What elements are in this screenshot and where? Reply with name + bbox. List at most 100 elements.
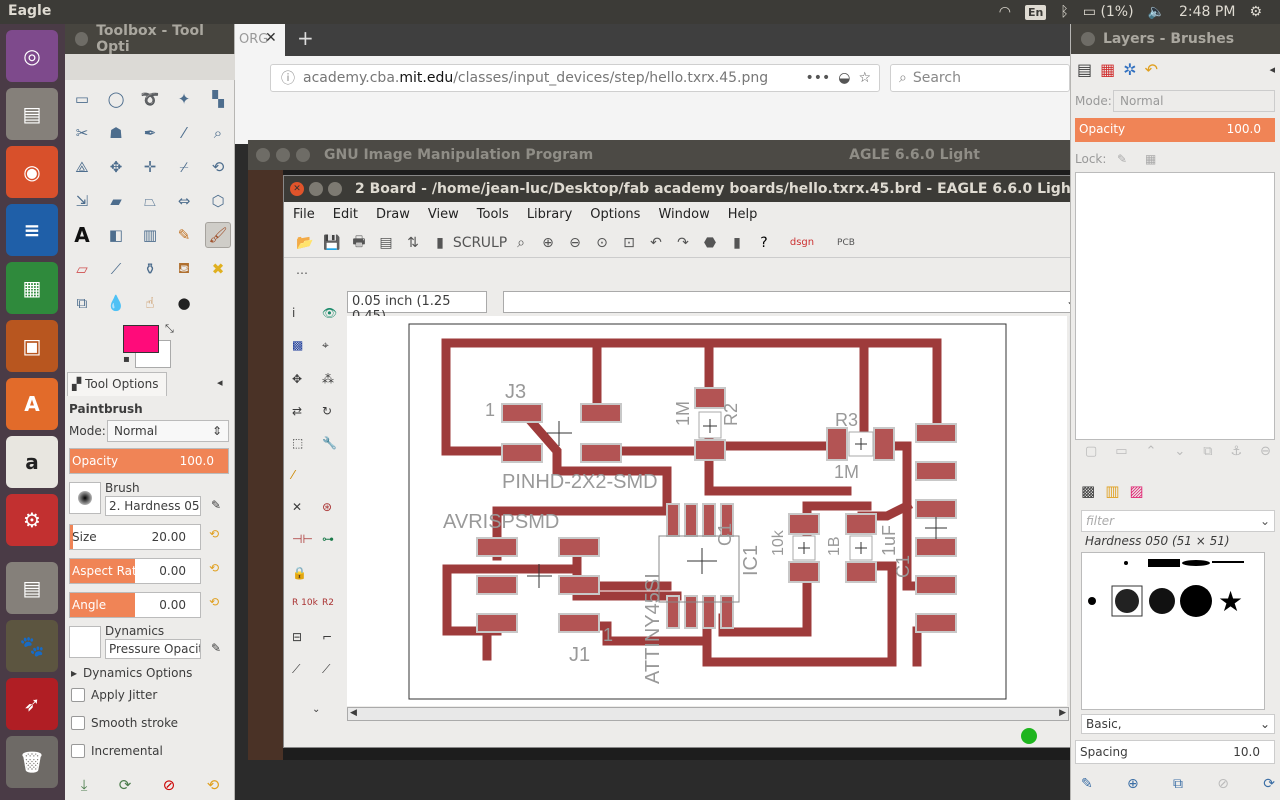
files-icon[interactable]: ▤ — [6, 88, 58, 140]
brush-preset-select[interactable]: Basic, ⌄ — [1081, 714, 1275, 734]
new-group-icon[interactable]: ▭ — [1115, 444, 1127, 464]
gimp-icon[interactable]: 🐾 — [6, 620, 58, 672]
delete-icon[interactable]: ✕ — [292, 500, 302, 514]
clock[interactable]: 2:48 PM — [1179, 4, 1235, 20]
scissors-icon[interactable]: ✂ — [69, 120, 95, 146]
text-icon[interactable]: A — [69, 222, 95, 248]
ubuntu-logo-icon[interactable]: ◎ — [6, 30, 58, 82]
minimize-icon[interactable] — [309, 182, 323, 196]
menu-item-tools[interactable]: Tools — [468, 207, 518, 222]
zoom-icon[interactable]: ⌕ — [205, 120, 231, 146]
restore-options-icon[interactable]: ⟳ — [119, 776, 132, 794]
volume-icon[interactable]: 🔈 — [1148, 4, 1165, 20]
shear-icon[interactable]: ▰ — [103, 188, 129, 214]
menu-item-edit[interactable]: Edit — [324, 207, 367, 222]
battery-indicator[interactable]: ▭ (1%) — [1083, 4, 1134, 20]
value-icon[interactable]: ⊶ — [322, 532, 334, 546]
writer-icon[interactable]: ≡ — [6, 204, 58, 256]
copy-icon[interactable]: ⁂ — [322, 372, 334, 386]
zoom-out-icon[interactable]: ⊖ — [564, 232, 586, 254]
horizontal-scrollbar[interactable]: ◀ ▶ — [347, 707, 1069, 721]
scale-icon[interactable]: ⇲ — [69, 188, 95, 214]
grid-icon[interactable]: ⋯ — [296, 266, 308, 280]
ink-icon[interactable]: ⚱ — [137, 256, 163, 282]
change-icon[interactable]: 🔧 — [322, 436, 337, 450]
new-brush-icon[interactable]: ⊕ — [1127, 776, 1139, 792]
name-icon[interactable]: ⊣⊢ — [292, 532, 313, 546]
layers-opacity-slider[interactable]: Opacity 100.0 — [1075, 118, 1275, 142]
use-library-icon[interactable]: ▮ — [429, 232, 451, 254]
reset-size-icon[interactable]: ⟲ — [209, 527, 219, 541]
go-icon[interactable]: ▮ — [726, 232, 748, 254]
bucket-fill-icon[interactable]: ◧ — [103, 222, 129, 248]
brush-filter-input[interactable]: filter ⌄ — [1081, 510, 1275, 532]
apply-jitter-checkbox[interactable]: Apply Jitter — [71, 688, 157, 702]
tab-gradients[interactable]: ▨ — [1129, 482, 1143, 500]
print-icon[interactable]: 🖶 — [348, 232, 370, 254]
menu-item-library[interactable]: Library — [518, 207, 581, 222]
reset-aspect-icon[interactable]: ⟲ — [209, 561, 219, 575]
color-picker-icon[interactable]: ⁄ — [171, 120, 197, 146]
command-line-input[interactable]: ⌄ — [503, 291, 1081, 313]
bookmark-star-icon[interactable]: ☆ — [858, 70, 879, 86]
split-icon[interactable]: R2 — [322, 598, 334, 608]
cage-icon[interactable]: ⬡ — [205, 188, 231, 214]
eagle-icon[interactable]: ➶ — [6, 678, 58, 730]
lock-pixels-icon[interactable]: ✎ — [1117, 152, 1127, 166]
angle-slider[interactable]: Angle 0.00 — [69, 592, 201, 618]
scroll-left-icon[interactable]: ◀ — [350, 708, 357, 718]
save-options-icon[interactable]: ⤓ — [81, 776, 88, 794]
tab-channels[interactable]: ▦ — [1100, 60, 1115, 79]
tab-brushes[interactable]: ▩ — [1081, 482, 1095, 500]
scroll-right-icon[interactable]: ▶ — [1059, 708, 1066, 718]
reset-options-icon[interactable]: ⟲ — [207, 776, 220, 794]
edit-brush-icon[interactable]: ✎ — [1081, 776, 1093, 792]
delete-options-icon[interactable]: ⊘ — [163, 776, 176, 794]
swap-colors-icon[interactable]: ⤡ — [165, 322, 174, 336]
move-icon[interactable]: ✥ — [292, 372, 302, 386]
impress-icon[interactable]: ▣ — [6, 320, 58, 372]
page-actions-icon[interactable]: ••• — [805, 70, 830, 86]
eraser-icon[interactable]: ▱ — [69, 256, 95, 282]
sch-brd-switch-icon[interactable]: ⇅ — [402, 232, 424, 254]
board-canvas[interactable]: J3 1 R2 1M R3 1M PINHD-2X2-SMD AVRISPSMD… — [347, 316, 1067, 706]
wire-icon[interactable]: ⟋ — [322, 662, 330, 677]
smash-icon[interactable]: R 10k — [292, 598, 318, 608]
brush-preview[interactable] — [69, 482, 101, 514]
reset-angle-icon[interactable]: ⟲ — [209, 595, 219, 609]
group-icon[interactable]: ⬚ — [292, 436, 303, 450]
layers-mode-select[interactable]: Normal — [1113, 90, 1275, 112]
rotate-icon[interactable]: ⟲ — [205, 154, 231, 180]
stop-icon[interactable]: ⬣ — [699, 232, 721, 254]
dynamics-select[interactable]: Pressure Opacity — [105, 639, 201, 659]
menu-item-window[interactable]: Window — [649, 207, 718, 222]
optimize-icon[interactable]: ⊟ — [292, 630, 302, 644]
align-icon[interactable]: ✛ — [137, 154, 163, 180]
dynamics-options-expander[interactable]: ▸ Dynamics Options — [71, 666, 192, 680]
redraw-icon[interactable]: ⊙ — [591, 232, 613, 254]
wifi-icon[interactable]: ◠ — [999, 4, 1011, 20]
menu-item-draw[interactable]: Draw — [367, 207, 419, 222]
anchor-icon[interactable]: ⚓ — [1230, 444, 1242, 464]
clone-icon[interactable]: ⛾ — [171, 256, 197, 282]
cam-icon[interactable]: ▤ — [375, 232, 397, 254]
info-icon[interactable]: i — [292, 306, 295, 320]
new-layer-icon[interactable]: ▢ — [1085, 444, 1097, 464]
amazon-icon[interactable]: a — [6, 436, 58, 488]
maximize-icon[interactable] — [296, 148, 310, 162]
panel-menu-icon[interactable]: ◂ — [217, 376, 223, 389]
route-icon[interactable]: ⌐ — [322, 630, 332, 644]
edit-dynamics-icon[interactable]: ✎ — [211, 641, 221, 655]
dynamics-preview-icon[interactable] — [69, 626, 101, 658]
url-bar[interactable]: ⓘ academy.cba.mit.edu/classes/input_devi… — [270, 64, 880, 92]
settings-icon[interactable]: ⚙ — [6, 494, 58, 546]
opacity-slider[interactable]: Opacity 100.0 — [69, 448, 229, 474]
smooth-stroke-checkbox[interactable]: Smooth stroke — [71, 716, 178, 730]
delete-brush-icon[interactable]: ⊘ — [1217, 776, 1229, 792]
paintbrush-icon[interactable]: 🖌 — [205, 222, 231, 248]
panel-menu-icon[interactable]: ◂ — [1269, 63, 1280, 76]
tab-undo[interactable]: ↶ — [1145, 60, 1158, 79]
keyboard-layout-indicator[interactable]: En — [1024, 4, 1047, 20]
close-tab-icon[interactable]: ✕ — [265, 30, 277, 46]
gradient-icon[interactable]: ▥ — [137, 222, 163, 248]
